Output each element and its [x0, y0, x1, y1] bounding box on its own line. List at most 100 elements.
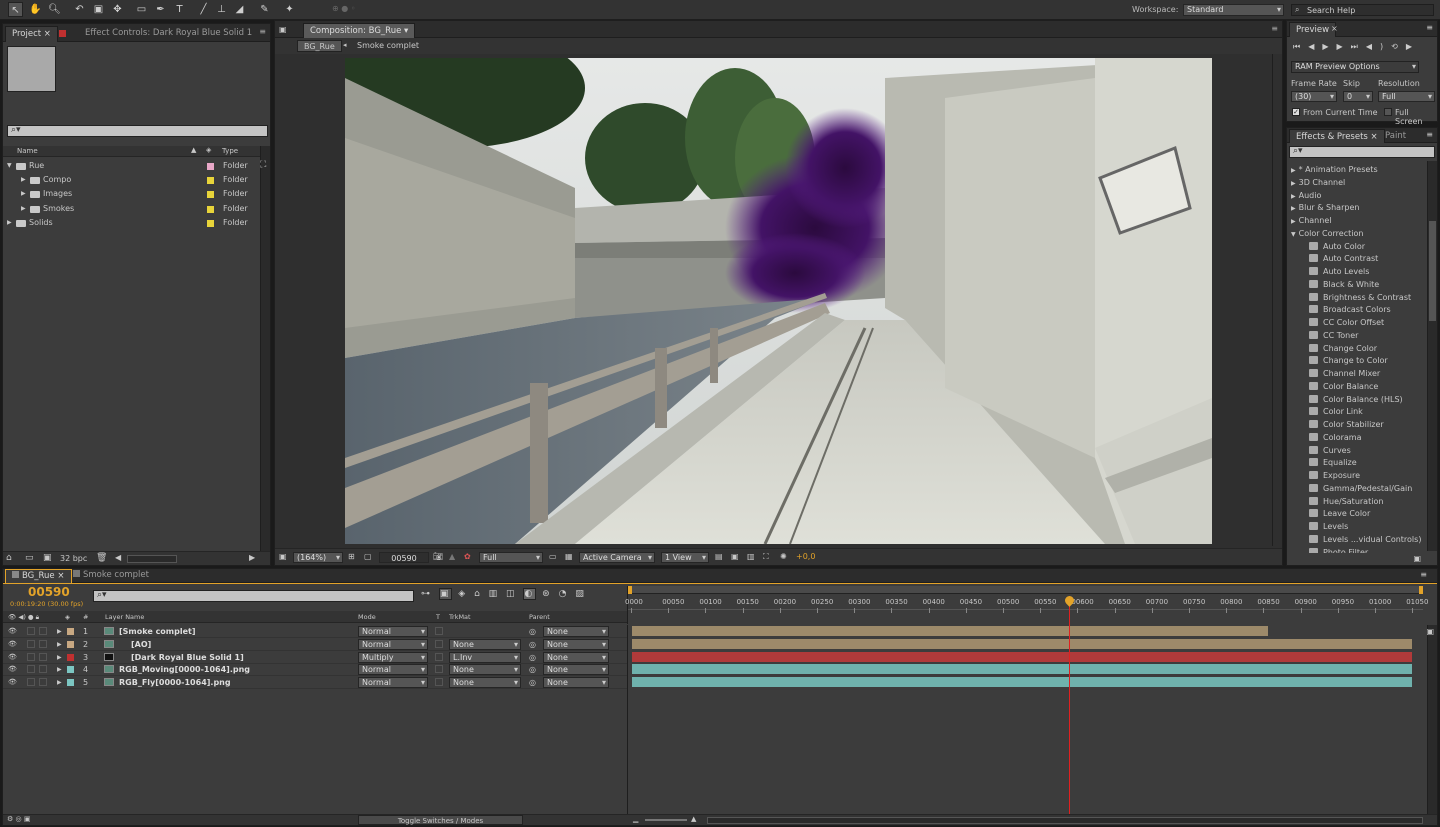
- project-item[interactable]: ▶ Solids Folder: [3, 216, 260, 230]
- panel-menu-icon[interactable]: ≡: [1426, 130, 1433, 139]
- close-icon[interactable]: ×: [44, 29, 51, 39]
- brush-tool-icon[interactable]: ╱: [196, 2, 211, 17]
- live-update-icon[interactable]: ▣: [438, 588, 453, 600]
- effects-category[interactable]: ▶ Channel: [1291, 214, 1417, 227]
- effect-item[interactable]: Change to Color: [1309, 354, 1417, 367]
- layer-parent-select[interactable]: None: [543, 677, 609, 689]
- layer-mode-select[interactable]: Multiply: [358, 651, 428, 663]
- timeline-search-field[interactable]: ⌕▾: [93, 590, 414, 602]
- twirl-closed-icon[interactable]: ▶: [57, 625, 62, 638]
- previous-frame-icon[interactable]: ◀: [1308, 42, 1322, 51]
- effect-item[interactable]: Brightness & Contrast: [1309, 291, 1417, 304]
- layer-trkmat-select[interactable]: None: [449, 677, 521, 689]
- scroll-left-icon[interactable]: ◀: [115, 553, 121, 562]
- effects-scrollbar[interactable]: [1427, 161, 1437, 551]
- audio-switch-box[interactable]: [27, 652, 35, 661]
- next-frame-icon[interactable]: ▶: [1337, 42, 1351, 51]
- tab-paint[interactable]: Paint: [1379, 129, 1412, 145]
- layer-parent-select[interactable]: None: [543, 664, 609, 676]
- pick-whip-icon[interactable]: ◎: [529, 651, 536, 664]
- effect-item[interactable]: Auto Levels: [1309, 265, 1417, 278]
- region-of-interest-icon[interactable]: ▭: [549, 552, 557, 561]
- preserve-transparency-box[interactable]: [435, 652, 443, 661]
- zoom-select[interactable]: (164%): [293, 552, 343, 563]
- layer-name[interactable]: RGB_Fly[0000-1064].png: [119, 676, 231, 689]
- selection-tool-icon[interactable]: ↖: [8, 2, 23, 17]
- col-type[interactable]: Type: [222, 147, 238, 155]
- twirl-closed-icon[interactable]: ▶: [57, 663, 62, 676]
- mask-visibility-icon[interactable]: ▢: [364, 552, 372, 561]
- layer-name[interactable]: RGB_Moving[0000-1064].png: [119, 663, 250, 676]
- work-area-end-handle[interactable]: [1419, 586, 1423, 594]
- visibility-eye-icon[interactable]: 👁︎: [8, 651, 17, 664]
- layer-row[interactable]: 👁︎ ▶ 4 RGB_Moving[0000-1064].png Normal None ◎…: [3, 663, 627, 677]
- visibility-eye-icon[interactable]: 👁︎: [8, 663, 17, 676]
- project-item[interactable]: ▶ Compo Folder: [3, 173, 260, 187]
- solo-switch-box[interactable]: [39, 639, 47, 648]
- col-mode[interactable]: Mode: [358, 611, 376, 623]
- preserve-transparency-box[interactable]: [435, 665, 443, 674]
- effect-item[interactable]: Black & White: [1309, 278, 1417, 291]
- layer-parent-select[interactable]: None: [543, 651, 609, 663]
- effect-item[interactable]: Channel Mixer: [1309, 367, 1417, 380]
- exposure-reset-icon[interactable]: ✺: [780, 552, 787, 561]
- new-bin-icon[interactable]: ▣: [1413, 554, 1421, 563]
- effects-category[interactable]: ▶ Audio: [1291, 189, 1417, 202]
- layer-duration-bar[interactable]: [632, 651, 1412, 662]
- timeline-vscrollbar[interactable]: [1427, 625, 1437, 814]
- new-folder-icon[interactable]: ▭: [25, 553, 34, 563]
- effect-item[interactable]: Curves: [1309, 444, 1417, 457]
- effects-category-open[interactable]: ▼ Color Correction: [1291, 227, 1417, 240]
- effects-category[interactable]: ▶ Blur & Sharpen: [1291, 201, 1417, 214]
- frame-rate-select[interactable]: (30): [1291, 91, 1337, 102]
- twirl-closed-icon[interactable]: ▶: [57, 651, 62, 664]
- audio-icon[interactable]: ◀): [1366, 42, 1391, 51]
- skip-select[interactable]: 0: [1343, 91, 1373, 102]
- toggle-pixel-aspect-icon[interactable]: ▤: [715, 552, 723, 561]
- layer-trkmat-select[interactable]: None: [449, 638, 521, 650]
- layer-mode-select[interactable]: Normal: [358, 664, 428, 676]
- brainstorm-icon[interactable]: ◐: [523, 588, 537, 600]
- audio-switch-box[interactable]: [27, 678, 35, 687]
- fast-preview-icon[interactable]: ▣: [731, 552, 739, 561]
- twirl-open-icon[interactable]: ▼: [1291, 231, 1296, 238]
- effect-item[interactable]: Auto Contrast: [1309, 252, 1417, 265]
- layer-duration-bar[interactable]: [632, 626, 1268, 636]
- effect-item[interactable]: Levels ...vidual Controls): [1309, 533, 1421, 546]
- comp-button-icon[interactable]: ▣: [1426, 627, 1434, 636]
- effect-item[interactable]: Exposure: [1309, 469, 1417, 482]
- camera-select[interactable]: Active Camera: [579, 552, 655, 563]
- label-color-swatch[interactable]: [207, 163, 214, 170]
- preserve-transparency-box[interactable]: [435, 627, 443, 635]
- views-select[interactable]: 1 View: [661, 552, 709, 563]
- twirl-closed-icon[interactable]: ▶: [1291, 218, 1296, 225]
- new-composition-icon[interactable]: ▣: [43, 553, 52, 563]
- layer-row[interactable]: 👁︎ ▶ 3 [Dark Royal Blue Solid 1] Multiply L.I…: [3, 651, 627, 664]
- layer-name[interactable]: [AO]: [131, 638, 151, 651]
- zoom-tool-icon[interactable]: 🔍︎: [47, 2, 62, 17]
- exposure-value[interactable]: +0,0: [796, 552, 815, 561]
- camera-tool-icon[interactable]: ▣: [91, 2, 106, 17]
- twirl-open-icon[interactable]: ▼: [7, 159, 12, 173]
- project-item[interactable]: ▶ Images Folder: [3, 187, 260, 201]
- effects-search-field[interactable]: ⌕▾: [1289, 146, 1435, 158]
- label-color-swatch[interactable]: [207, 205, 214, 213]
- render-icon[interactable]: ▨: [575, 589, 587, 599]
- effect-item[interactable]: Broadcast Colors: [1309, 303, 1417, 316]
- effect-item[interactable]: CC Color Offset: [1309, 316, 1417, 329]
- layer-label-swatch[interactable]: [67, 666, 74, 674]
- zoom-in-icon[interactable]: ▲: [691, 815, 696, 823]
- scroll-right-icon[interactable]: ▶: [249, 553, 255, 562]
- close-icon[interactable]: ×: [1331, 24, 1338, 33]
- layer-label-swatch[interactable]: [67, 640, 74, 648]
- solo-switch-box[interactable]: [39, 665, 47, 674]
- col-trkmat[interactable]: TrkMat: [449, 611, 471, 623]
- current-timecode[interactable]: 00590: [28, 585, 70, 599]
- time-zoom-slider[interactable]: [645, 819, 687, 821]
- show-snapshot-icon[interactable]: ▲: [449, 552, 455, 561]
- audio-switch-box[interactable]: [27, 627, 35, 635]
- tab-bg-rue[interactable]: BG_Rue ×: [5, 569, 72, 583]
- track-area[interactable]: [627, 625, 1423, 814]
- full-screen-checkbox[interactable]: [1384, 108, 1392, 116]
- solo-switch-box[interactable]: [39, 627, 47, 635]
